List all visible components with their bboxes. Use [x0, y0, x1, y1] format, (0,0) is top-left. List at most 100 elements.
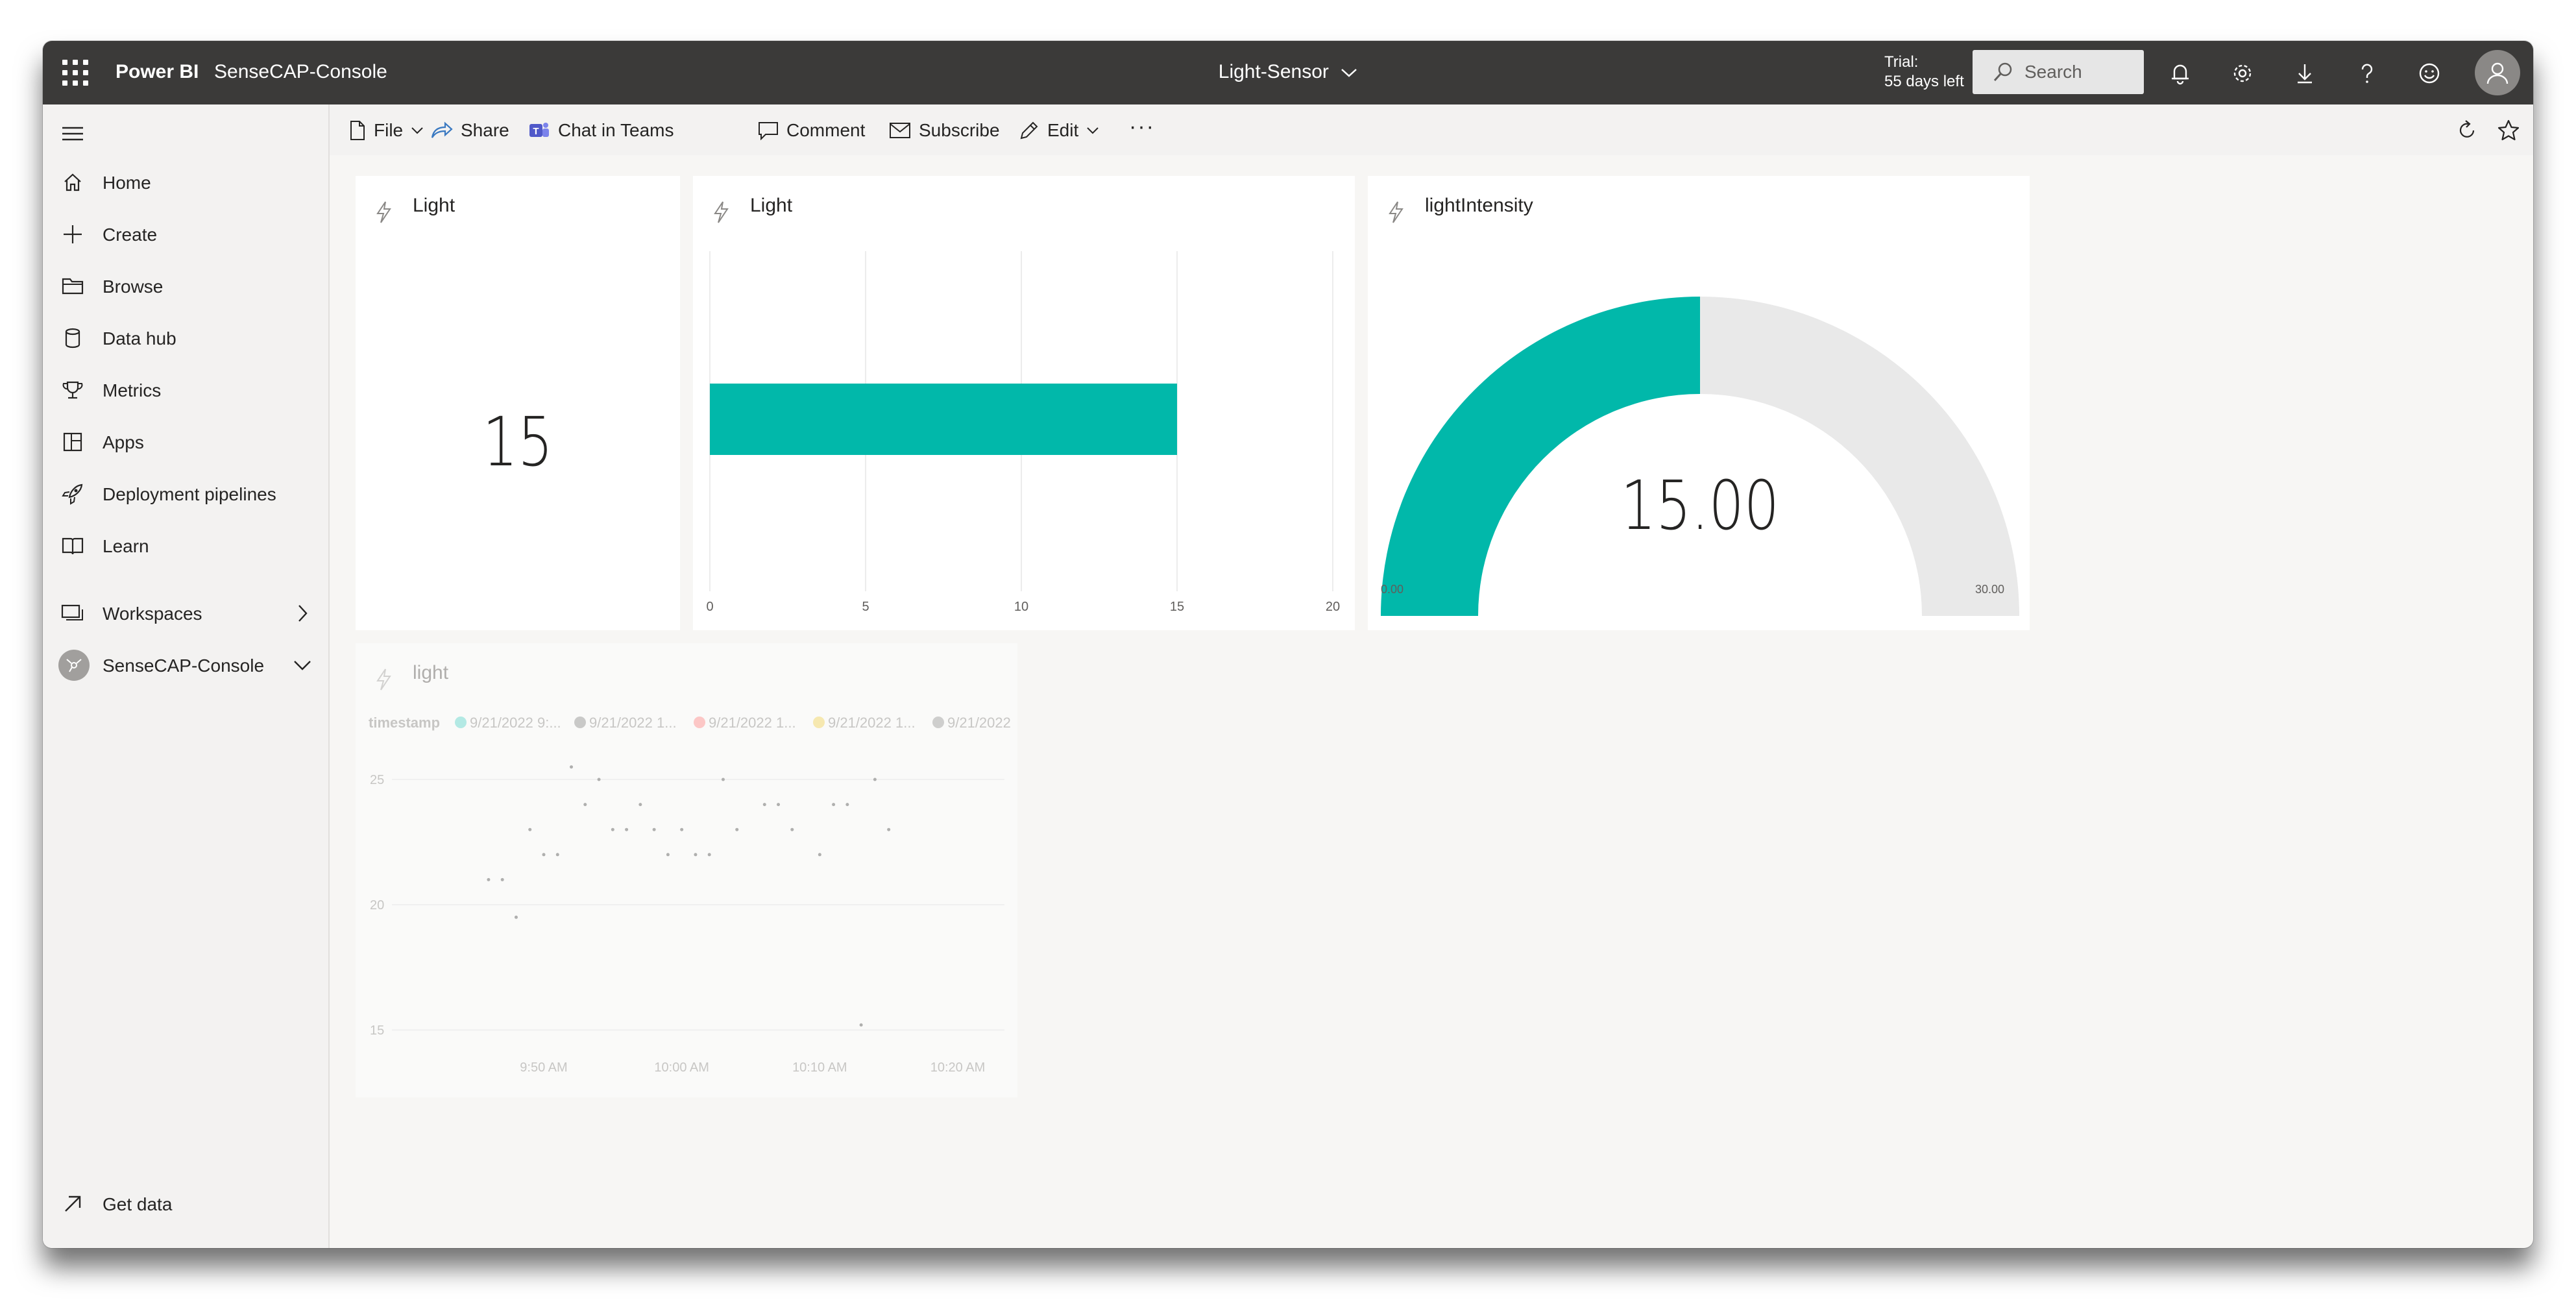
scatter-point	[514, 915, 518, 919]
scatter-point	[735, 827, 739, 831]
card-value: 15	[482, 402, 553, 482]
scatter-chart-tile[interactable]: light timestamp 9/21/2022 9:... 9/21/2022 …	[356, 643, 1017, 1097]
brand-name[interactable]: Power BI	[115, 60, 199, 84]
nav-apps[interactable]: Apps	[43, 423, 328, 461]
nav-data-hub[interactable]: Data hub	[43, 319, 328, 358]
nav-apps-label: Apps	[103, 432, 144, 452]
dashboard-title[interactable]: Light-Sensor	[1219, 61, 1357, 82]
scatter-point	[528, 827, 532, 831]
plus-icon	[61, 223, 84, 246]
scatter-legend-label: 9/21/2022 1...	[709, 715, 796, 731]
bar-chart-tile[interactable]: Light 0 5 10 15 20	[693, 176, 1355, 630]
file-icon	[350, 121, 365, 140]
gauge-value-arc	[1381, 297, 1700, 616]
notifications-bell-icon[interactable]	[2166, 59, 2194, 88]
scatter-point	[790, 827, 794, 831]
download-icon[interactable]	[2290, 59, 2319, 88]
bar-x-tick-label: 10	[1014, 600, 1028, 614]
bar	[710, 384, 1177, 455]
lightning-icon	[376, 201, 391, 223]
nav-browse-label: Browse	[103, 276, 164, 297]
file-menu-button[interactable]: File	[349, 117, 424, 143]
scatter-point	[555, 853, 559, 857]
nav-get-data[interactable]: Get data	[43, 1184, 328, 1223]
scatter-point	[845, 803, 849, 807]
comment-label: Comment	[786, 120, 866, 140]
nav-learn[interactable]: Learn	[43, 526, 328, 565]
subscribe-button[interactable]: Subscribe	[889, 117, 1000, 143]
bar-x-tick-label: 0	[706, 600, 713, 614]
gauge-remaining-arc	[1700, 297, 2019, 616]
bar-x-tick-label: 15	[1170, 600, 1184, 614]
nav-current-workspace-label: SenseCAP-Console	[103, 656, 265, 676]
nav-browse[interactable]: Browse	[43, 267, 328, 306]
trial-label: Trial:	[1884, 53, 1919, 71]
edit-button[interactable]: Edit	[1019, 117, 1099, 143]
settings-gear-icon[interactable]	[2228, 59, 2257, 88]
trial-status[interactable]: Trial: 55 days left	[1884, 53, 1964, 92]
search-box[interactable]: Search	[1973, 50, 2144, 94]
chat-in-teams-button[interactable]: T Chat in Teams	[528, 117, 674, 143]
scatter-legend-label: 9/21/2022 1...	[828, 715, 916, 731]
search-icon	[1993, 62, 2012, 82]
help-icon[interactable]	[2353, 59, 2381, 88]
scatter-point	[707, 853, 711, 857]
scatter-point	[570, 765, 574, 769]
scatter-y-tick-label: 15	[370, 1023, 384, 1038]
nav-create[interactable]: Create	[43, 215, 328, 254]
trial-days-left: 55 days left	[1884, 73, 1964, 90]
nav-home[interactable]: Home	[43, 163, 328, 202]
scatter-x-tick-label: 10:10 AM	[792, 1060, 847, 1075]
bar-x-tick-label: 5	[862, 600, 869, 614]
user-icon	[2486, 62, 2509, 84]
favorite-star-icon[interactable]	[2497, 117, 2528, 143]
scatter-legend-marker	[455, 717, 467, 728]
refresh-icon[interactable]	[2455, 117, 2486, 143]
scatter-x-tick-label: 9:50 AM	[520, 1060, 567, 1075]
share-button[interactable]: Share	[431, 117, 509, 143]
comment-button[interactable]: Comment	[758, 117, 865, 143]
scatter-x-tick-label: 10:20 AM	[930, 1060, 986, 1075]
chevron-down-icon	[1341, 69, 1357, 77]
nav-workspaces[interactable]: Workspaces	[43, 594, 328, 633]
nav-current-workspace[interactable]: SenseCAP-Console	[43, 646, 328, 685]
left-navigation: Home Create Browse Data hub Metrics Apps…	[43, 104, 330, 1248]
folder-icon	[61, 275, 84, 298]
nav-metrics[interactable]: Metrics	[43, 371, 328, 410]
share-icon	[431, 121, 453, 138]
chevron-down-icon	[411, 127, 423, 134]
bar-chart-svg: 0 5 10 15 20	[706, 251, 1340, 614]
nav-workspaces-label: Workspaces	[103, 604, 202, 624]
nav-metrics-label: Metrics	[103, 380, 162, 400]
scatter-chart-svg: timestamp 9/21/2022 9:... 9/21/2022 1... 9/…	[369, 715, 1011, 1075]
scatter-y-tick-label: 20	[370, 898, 384, 913]
search-placeholder: Search	[2024, 62, 2082, 82]
more-options-button[interactable]: ···	[1129, 114, 1155, 140]
hamburger-menu-icon[interactable]	[61, 124, 84, 143]
workspaces-icon	[61, 602, 84, 625]
scatter-point	[611, 827, 614, 831]
nav-deployment-pipelines[interactable]: Deployment pipelines	[43, 474, 328, 513]
powerbi-window: Power BI SenseCAP-Console Light-Sensor T…	[43, 41, 2533, 1248]
workspace-avatar-icon	[58, 650, 90, 681]
teams-icon: T	[529, 123, 549, 137]
nav-deployment-pipelines-label: Deployment pipelines	[103, 484, 276, 504]
user-avatar[interactable]	[2475, 50, 2520, 95]
gauge-svg	[1381, 297, 2019, 616]
nav-home-label: Home	[103, 173, 151, 193]
workspace-breadcrumb[interactable]: SenseCAP-Console	[214, 60, 387, 84]
scatter-point	[666, 853, 670, 857]
dashboard-title-text: Light-Sensor	[1218, 61, 1329, 82]
svg-text:T: T	[533, 126, 539, 137]
feedback-smiley-icon[interactable]	[2415, 59, 2444, 88]
file-label: File	[374, 120, 404, 140]
app-launcher-icon[interactable]	[62, 60, 88, 86]
scatter-legend-marker	[694, 717, 705, 728]
scatter-point	[777, 803, 781, 807]
card-tile[interactable]: Light 15	[356, 176, 680, 630]
pencil-icon	[1020, 121, 1038, 140]
share-label: Share	[461, 120, 509, 140]
scatter-point	[832, 803, 836, 807]
top-bar: Power BI SenseCAP-Console Light-Sensor T…	[43, 41, 2533, 104]
gauge-tile[interactable]: lightIntensity 15.00 0.00 30.00	[1368, 176, 2030, 630]
